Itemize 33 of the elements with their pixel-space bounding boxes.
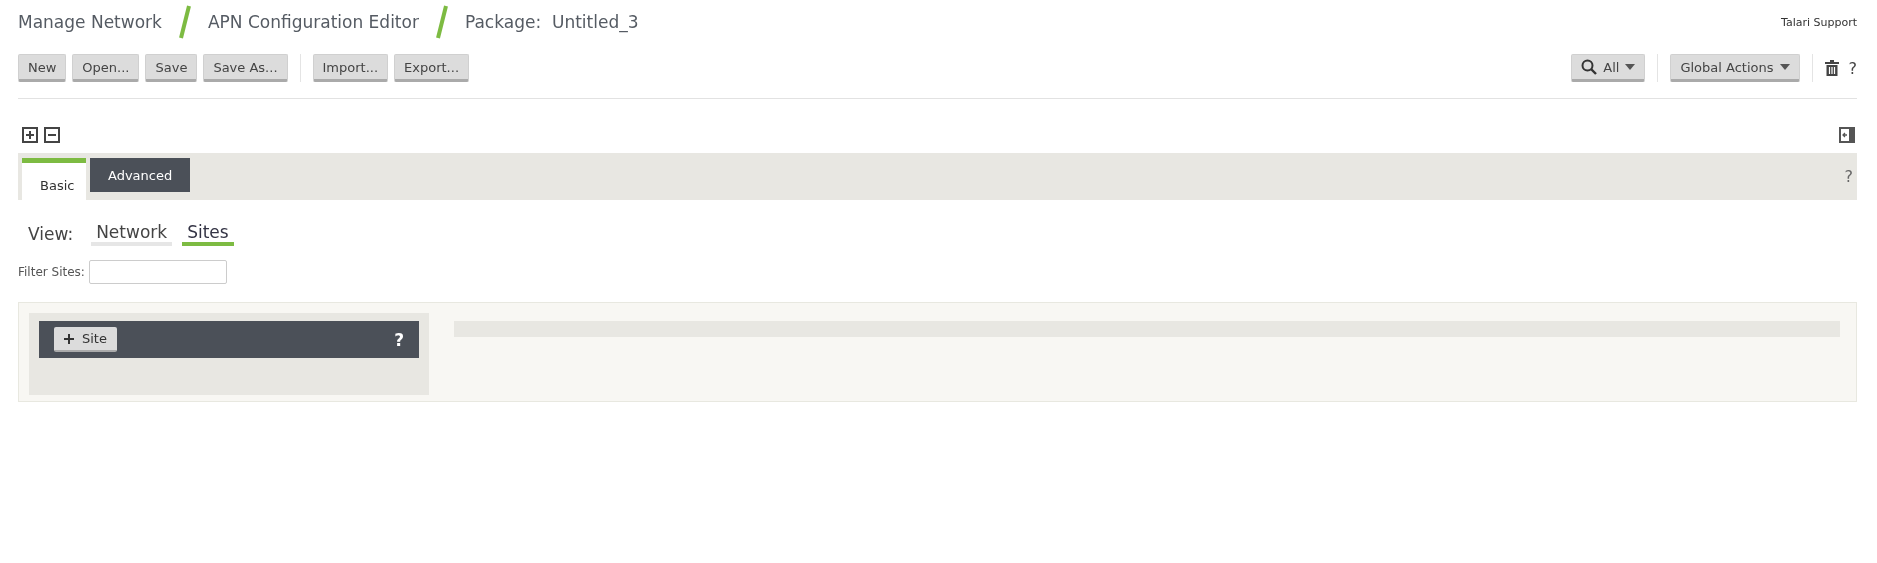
toolbar-button[interactable]: Save: [145, 54, 198, 82]
breadcrumb-item[interactable]: APN Configuration Editor: [207, 12, 419, 32]
search-filter-dropdown[interactable]: All: [1571, 54, 1646, 82]
search-icon: [1581, 59, 1598, 75]
toolbar-button[interactable]: Save As...: [203, 54, 288, 82]
toolbar-button[interactable]: New: [18, 54, 67, 82]
panel-toggle-icon[interactable]: [1839, 127, 1855, 143]
breadcrumb-separator-icon: [434, 5, 449, 39]
filter-label: Filter Sites:: [18, 265, 85, 279]
toolbar-button[interactable]: Import...: [312, 54, 389, 82]
support-link[interactable]: Talari Support: [1781, 15, 1857, 29]
caret-icon: [1625, 63, 1636, 71]
view-option[interactable]: Sites: [182, 222, 234, 246]
breadcrumb-item: Package: Untitled_3: [464, 12, 639, 32]
tab[interactable]: Advanced: [90, 158, 191, 192]
view-label: View:: [28, 224, 74, 244]
collapse-all-icon[interactable]: [44, 127, 60, 143]
filter-field[interactable]: [88, 260, 227, 284]
view-option[interactable]: Network: [91, 222, 173, 246]
breadcrumb-item[interactable]: Manage Network: [18, 12, 162, 32]
trash-icon[interactable]: [1824, 60, 1839, 76]
global-actions-dropdown[interactable]: Global Actions: [1670, 54, 1800, 82]
breadcrumb-separator-icon: [177, 5, 192, 39]
help-button[interactable]: ?: [1844, 167, 1853, 186]
expand-all-icon[interactable]: [22, 127, 38, 143]
help-button[interactable]: ?: [394, 329, 404, 350]
toolbar-button[interactable]: Export...: [394, 54, 469, 82]
toolbar-button[interactable]: Open...: [72, 54, 140, 82]
tab[interactable]: Basic: [22, 158, 86, 200]
add-site-button[interactable]: Site: [54, 327, 117, 352]
plus-icon: [64, 333, 74, 344]
help-button[interactable]: ?: [1848, 58, 1857, 78]
caret-icon: [1779, 63, 1790, 71]
